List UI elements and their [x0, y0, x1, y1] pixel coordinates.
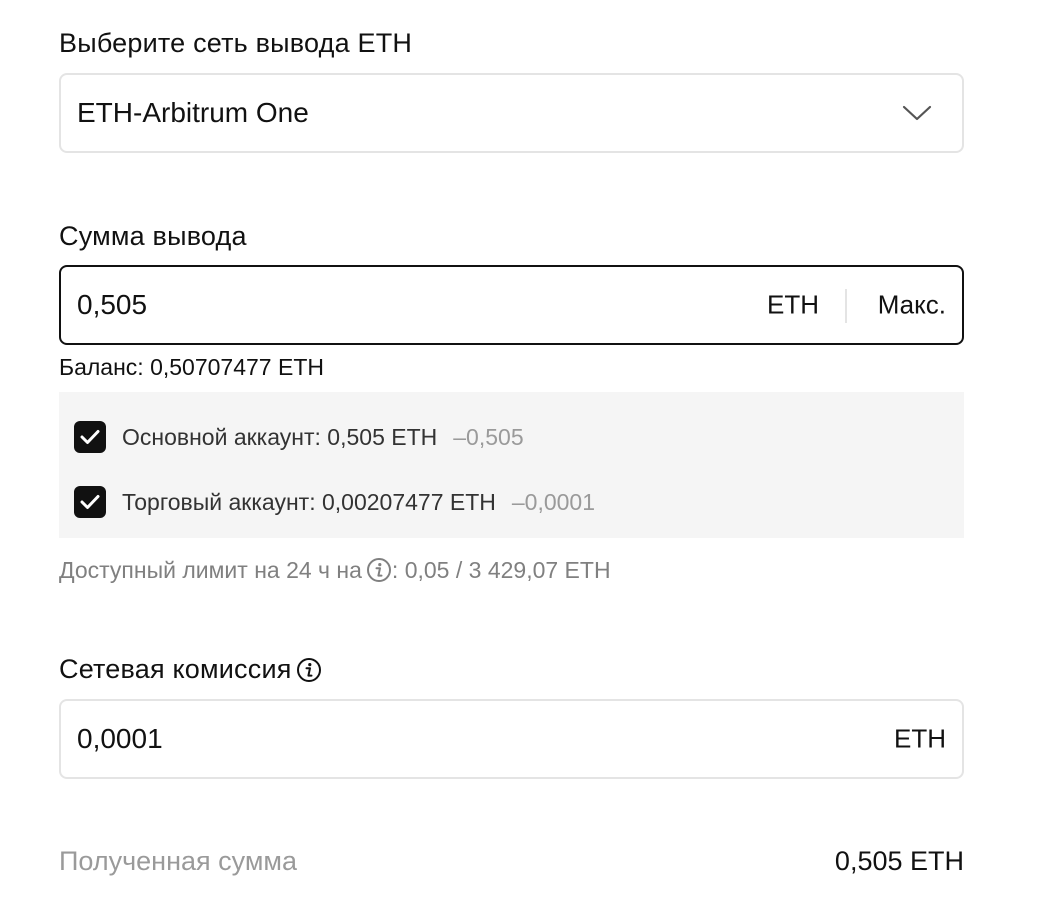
- main-account-label: Основной аккаунт: 0,505 ETH: [122, 423, 438, 450]
- checkmark-icon: [80, 430, 100, 444]
- accounts-panel: Основной аккаунт: 0,505 ETH –0,505 Торго…: [59, 392, 964, 538]
- fee-title-row: Сетевая комиссия: [59, 654, 322, 685]
- trading-account-delta: –0,0001: [511, 488, 596, 515]
- info-icon[interactable]: [296, 657, 322, 683]
- fee-value: 0,0001: [77, 723, 163, 754]
- account-row-trading: Торговый аккаунт: 0,00207477 ETH –0,0001: [74, 486, 595, 518]
- amount-title: Сумма вывода: [59, 221, 247, 251]
- received-label: Полученная сумма: [59, 846, 297, 876]
- amount-value: 0,505: [77, 289, 148, 320]
- chevron-down-icon: [902, 105, 932, 121]
- network-title: Выберите сеть вывода ETH: [59, 28, 413, 58]
- fee-field[interactable]: 0,0001 ETH: [59, 699, 964, 779]
- account-row-main: Основной аккаунт: 0,505 ETH –0,505: [74, 421, 524, 453]
- checkmark-icon: [80, 495, 100, 509]
- amount-unit: ETH: [767, 289, 819, 320]
- limit-prefix: Доступный лимит на 24 ч на: [59, 556, 362, 583]
- main-account-delta: –0,505: [453, 423, 524, 450]
- main-account-checkbox[interactable]: [74, 421, 106, 453]
- info-icon[interactable]: [366, 557, 392, 583]
- amount-input[interactable]: 0,505 ETH Макс.: [59, 265, 964, 345]
- limit-suffix: : 0,05 / 3 429,07 ETH: [391, 556, 611, 583]
- balance-text: Баланс: 0,50707477 ETH: [59, 354, 324, 380]
- fee-title: Сетевая комиссия: [59, 654, 292, 684]
- fee-unit: ETH: [894, 723, 946, 754]
- trading-account-checkbox[interactable]: [74, 486, 106, 518]
- received-value: 0,505 ETH: [834, 846, 964, 876]
- trading-account-label: Торговый аккаунт: 0,00207477 ETH: [122, 488, 496, 515]
- network-select[interactable]: ETH-Arbitrum One: [59, 73, 964, 153]
- max-button[interactable]: Макс.: [878, 290, 946, 321]
- limit-line: Доступный лимит на 24 ч на : 0,05 / 3 42…: [59, 556, 611, 584]
- divider: [845, 289, 847, 323]
- network-selected-value: ETH-Arbitrum One: [77, 97, 309, 128]
